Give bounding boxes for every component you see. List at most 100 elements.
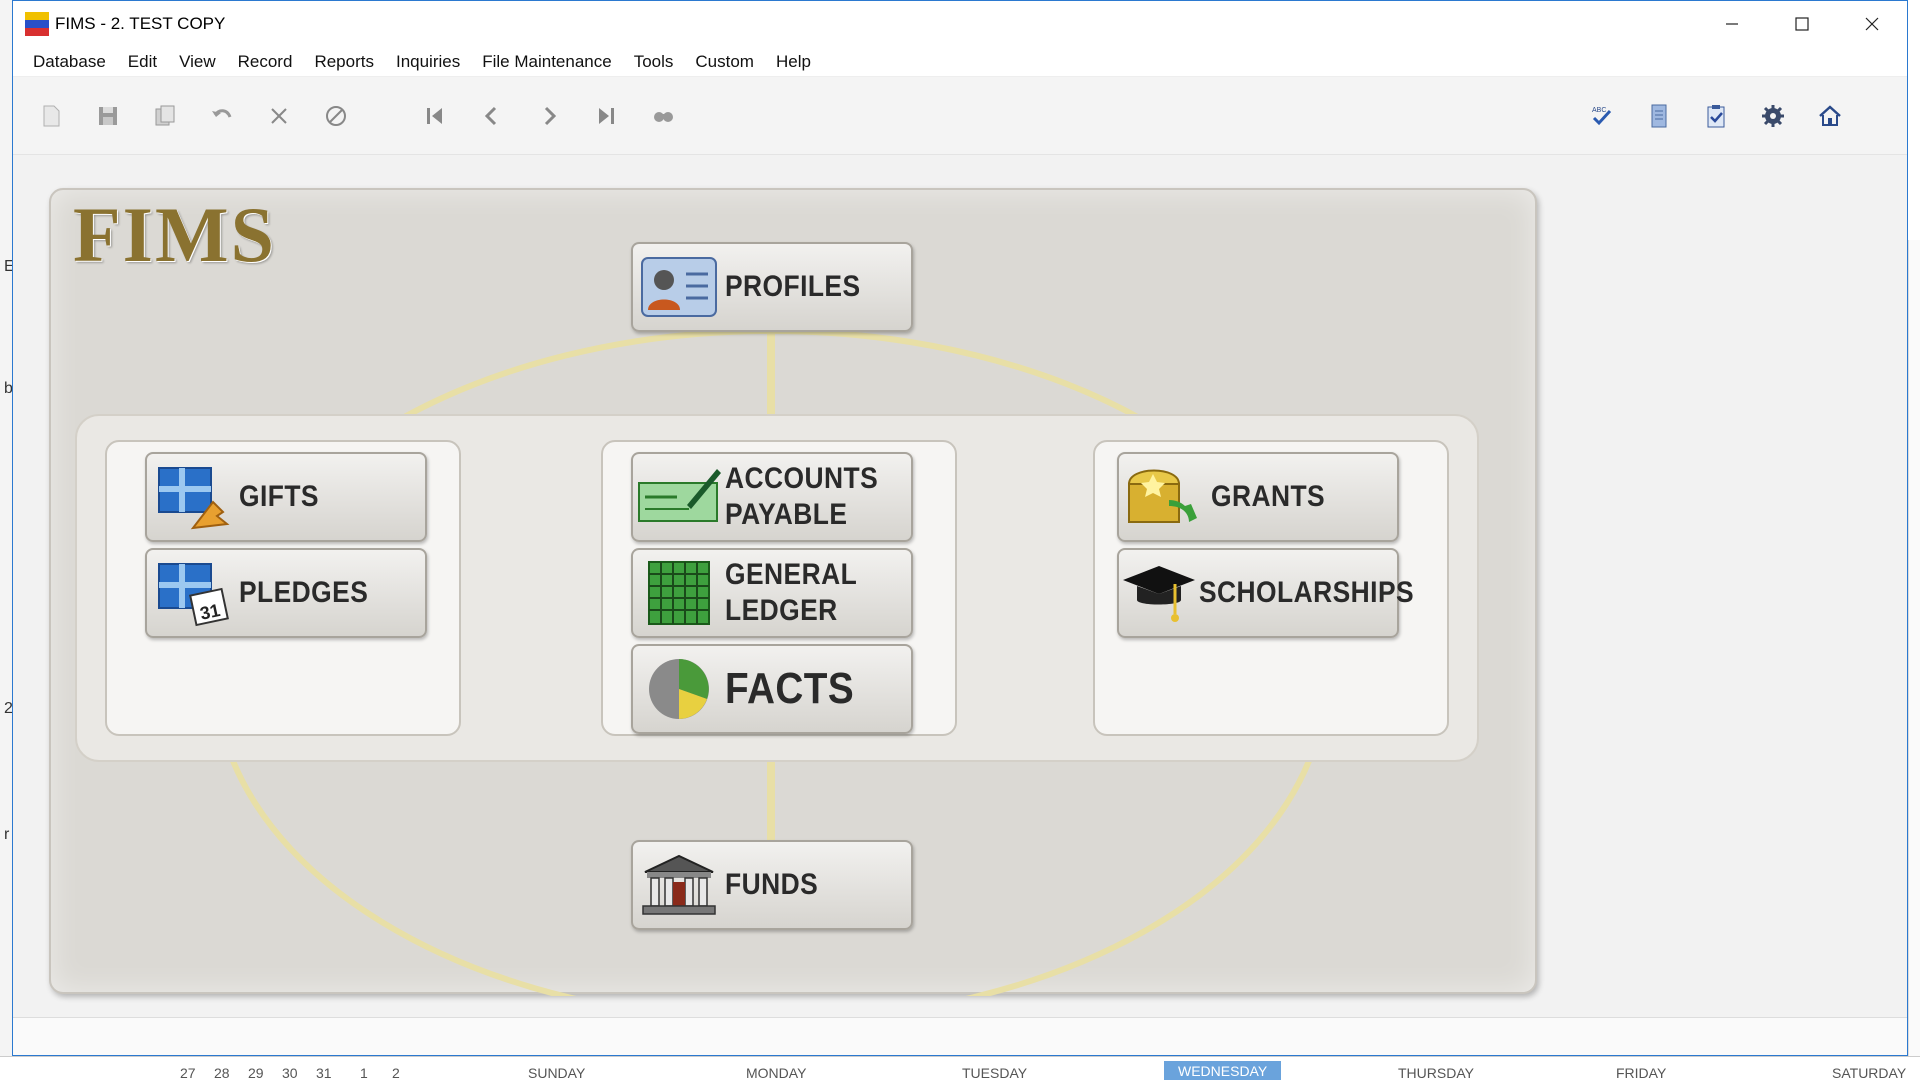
facts-button[interactable]: FACTS xyxy=(631,644,913,734)
copy-button[interactable] xyxy=(145,96,185,136)
find-button[interactable] xyxy=(643,96,683,136)
pledges-button[interactable]: 31 PLEDGES xyxy=(145,548,427,638)
calendar-day-header: SATURDAY xyxy=(1832,1065,1907,1080)
scholarships-label: SCHOLARSHIPS xyxy=(1199,576,1415,609)
gifts-label: GIFTS xyxy=(239,480,319,513)
svg-text:31: 31 xyxy=(198,600,222,624)
previous-record-button[interactable] xyxy=(472,96,512,136)
bank-building-icon xyxy=(633,845,725,925)
calendar-day-header: FRIDAY xyxy=(1616,1065,1667,1080)
calendar-date: 31 xyxy=(316,1065,332,1080)
delete-icon xyxy=(271,107,287,124)
maximize-button[interactable] xyxy=(1767,1,1837,47)
menu-view[interactable]: View xyxy=(169,52,226,72)
settings-button[interactable] xyxy=(1753,96,1793,136)
general-ledger-label: GENERAL LEDGER xyxy=(725,558,858,627)
close-icon xyxy=(1865,17,1879,31)
svg-text:ABC: ABC xyxy=(1592,107,1606,114)
minimize-button[interactable] xyxy=(1697,1,1767,47)
calendar-date: 1 xyxy=(360,1065,368,1080)
next-record-icon xyxy=(544,106,557,125)
save-button[interactable] xyxy=(88,96,128,136)
menu-reports[interactable]: Reports xyxy=(304,52,384,72)
save-icon xyxy=(99,106,117,125)
menu-tools[interactable]: Tools xyxy=(624,52,684,72)
facts-label: FACTS xyxy=(725,664,855,713)
check-pen-icon xyxy=(633,457,725,537)
calendar-day-header: MONDAY xyxy=(746,1065,807,1080)
first-record-icon xyxy=(427,107,442,124)
gift-calendar-icon: 31 xyxy=(147,553,239,633)
fims-logo: FIMS xyxy=(73,191,276,278)
funds-button[interactable]: FUNDS xyxy=(631,840,913,930)
first-record-button[interactable] xyxy=(415,96,455,136)
funds-label: FUNDS xyxy=(725,868,819,901)
notes-button[interactable] xyxy=(1639,96,1679,136)
last-record-button[interactable] xyxy=(586,96,626,136)
calendar-date: 2 xyxy=(392,1065,400,1080)
notes-icon xyxy=(1651,104,1667,128)
ledger-grid-icon xyxy=(633,553,725,633)
task-checklist-button[interactable] xyxy=(1696,96,1736,136)
calendar-date: 28 xyxy=(214,1065,230,1080)
spell-check-button[interactable]: ABC xyxy=(1582,96,1622,136)
calendar-date: 27 xyxy=(180,1065,196,1080)
scholarships-button[interactable]: SCHOLARSHIPS xyxy=(1117,548,1414,638)
general-ledger-button[interactable]: GENERAL LEDGER xyxy=(631,548,913,638)
settings-gear-icon xyxy=(1762,105,1784,127)
background-calendar-strip: 27 28 29 30 31 1 2 SUNDAY MONDAY TUESDAY… xyxy=(0,1056,1920,1080)
profiles-label: PROFILES xyxy=(725,270,861,303)
accounts-payable-label: ACCOUNTS PAYABLE xyxy=(725,462,879,531)
find-icon xyxy=(654,111,673,122)
home-icon xyxy=(1819,105,1841,126)
gift-box-arrow-icon xyxy=(147,457,239,537)
task-checklist-icon xyxy=(1707,105,1725,128)
fims-app-icon xyxy=(25,12,49,36)
previous-record-icon xyxy=(484,106,497,125)
desktop-left-edge: Eb2r xyxy=(0,0,15,1080)
grants-label: GRANTS xyxy=(1211,480,1326,513)
pledges-label: PLEDGES xyxy=(239,576,369,609)
cancel-button[interactable] xyxy=(316,96,356,136)
calendar-date: 30 xyxy=(282,1065,298,1080)
spell-check-icon: ABC xyxy=(1592,107,1612,126)
title-bar: FIMS - 2. TEST COPY xyxy=(13,1,1907,47)
treasure-chest-icon xyxy=(1119,457,1211,537)
new-record-icon xyxy=(43,105,60,126)
last-record-icon xyxy=(599,107,614,124)
pie-chart-icon xyxy=(633,649,725,729)
menu-database[interactable]: Database xyxy=(23,52,116,72)
home-button[interactable] xyxy=(1810,96,1850,136)
calendar-day-header: SUNDAY xyxy=(528,1065,586,1080)
close-button[interactable] xyxy=(1837,1,1907,47)
menu-custom[interactable]: Custom xyxy=(685,52,764,72)
menu-edit[interactable]: Edit xyxy=(118,52,167,72)
profiles-button[interactable]: PROFILES xyxy=(631,242,913,332)
fims-module-panel: FIMS PROFILES GIFTS 31 PLEDGES ACCOUNTS … xyxy=(49,188,1537,996)
next-record-button[interactable] xyxy=(529,96,569,136)
calendar-day-header-active: WEDNESDAY xyxy=(1164,1061,1282,1080)
toolbar: ABC xyxy=(13,77,1907,155)
calendar-day-header: THURSDAY xyxy=(1398,1065,1474,1080)
menu-inquiries[interactable]: Inquiries xyxy=(386,52,470,72)
grants-button[interactable]: GRANTS xyxy=(1117,452,1399,542)
accounts-payable-button[interactable]: ACCOUNTS PAYABLE xyxy=(631,452,913,542)
gifts-button[interactable]: GIFTS xyxy=(145,452,427,542)
copy-icon xyxy=(155,105,175,125)
menu-help[interactable]: Help xyxy=(766,52,821,72)
calendar-day-header: TUESDAY xyxy=(962,1065,1028,1080)
calendar-date: 29 xyxy=(248,1065,264,1080)
menu-bar: Database Edit View Record Reports Inquir… xyxy=(13,47,1907,77)
undo-button[interactable] xyxy=(202,96,242,136)
graduation-cap-icon xyxy=(1119,553,1199,633)
undo-icon xyxy=(212,108,232,118)
background-window-edge xyxy=(1908,240,1920,1080)
delete-button[interactable] xyxy=(259,96,299,136)
new-record-button[interactable] xyxy=(31,96,71,136)
menu-file-maintenance[interactable]: File Maintenance xyxy=(472,52,621,72)
menu-record[interactable]: Record xyxy=(228,52,303,72)
main-content: FIMS PROFILES GIFTS 31 PLEDGES ACCOUNTS … xyxy=(13,155,1907,1021)
cancel-icon xyxy=(326,105,346,126)
profile-card-icon xyxy=(633,247,725,327)
minimize-icon xyxy=(1726,23,1738,25)
